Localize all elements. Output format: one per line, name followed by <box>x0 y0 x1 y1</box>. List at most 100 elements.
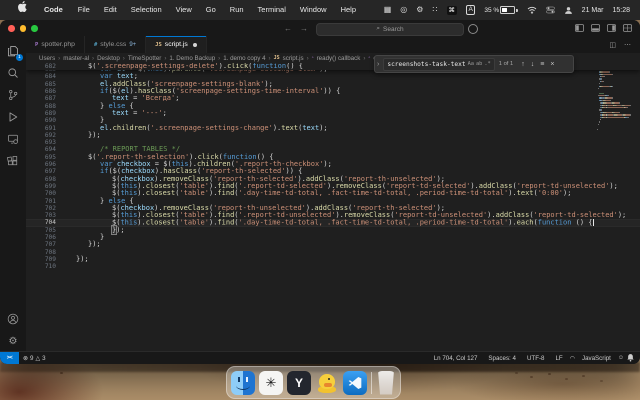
search-icon: ⌕ <box>376 25 381 32</box>
tab-spotter-php[interactable]: Pspotter.php <box>26 36 85 53</box>
breadcrumb-item[interactable]: TimeSpotter <box>128 55 161 62</box>
run-debug-icon[interactable] <box>2 106 24 128</box>
find-in-selection-icon[interactable]: ≡ <box>540 61 544 68</box>
wifi-icon[interactable] <box>527 6 537 14</box>
menubar-date[interactable]: 21 Mar <box>582 7 604 14</box>
language-mode[interactable]: JavaScript <box>578 355 615 362</box>
search-view-icon[interactable] <box>2 62 24 84</box>
command-box-icon[interactable]: ⌘ <box>446 5 457 15</box>
breadcrumb-item[interactable]: master-al <box>63 55 89 62</box>
minimize-window-button[interactable] <box>19 25 26 32</box>
menu-code[interactable]: Code <box>37 0 70 20</box>
text-cursor <box>592 219 594 226</box>
menu-terminal[interactable]: Terminal <box>251 0 293 20</box>
accounts-icon[interactable] <box>2 308 24 330</box>
forward-icon[interactable]: → <box>300 24 308 33</box>
token: = <box>128 108 142 117</box>
command-center-search[interactable]: ⌕ Search <box>316 22 464 36</box>
dock-item-vscode[interactable] <box>343 370 367 395</box>
match-case-icon[interactable]: Aa <box>468 61 474 67</box>
menu-edit[interactable]: Edit <box>97 0 124 20</box>
find-previous-icon[interactable]: ↑ <box>521 61 525 68</box>
menu-run[interactable]: Run <box>223 0 251 20</box>
menu-window[interactable]: Window <box>293 0 334 20</box>
line-number: 689 <box>44 109 56 117</box>
grid-icon[interactable]: ▦ <box>384 0 392 20</box>
settings-gear-icon[interactable]: ⚙ <box>2 330 24 352</box>
code-line-692[interactable]: 692}); <box>26 131 640 139</box>
code-line-706[interactable]: 706} <box>26 233 640 241</box>
problems-indicator[interactable]: ⊗ 9 △ 3 <box>19 355 50 362</box>
dock-item-duck[interactable] <box>315 371 339 395</box>
prettier-icon[interactable]: ◠ <box>570 355 575 362</box>
find-next-icon[interactable]: ↓ <box>531 61 535 68</box>
toggle-secondary-sidebar-icon[interactable] <box>607 24 616 32</box>
breadcrumb-item[interactable]: script.js <box>283 55 304 62</box>
close-window-button[interactable] <box>8 25 15 32</box>
menu-go[interactable]: Go <box>199 0 223 20</box>
code-line-708[interactable]: 708 <box>26 249 640 256</box>
zoom-window-button[interactable] <box>31 25 38 32</box>
menu-selection[interactable]: Selection <box>124 0 169 20</box>
apple-menu[interactable] <box>8 0 36 20</box>
tab-script-js[interactable]: JS script.js <box>146 36 207 53</box>
menu-file[interactable]: File <box>71 0 97 20</box>
menu-help[interactable]: Help <box>334 0 363 20</box>
feedback-icon[interactable]: ☺ <box>618 355 624 361</box>
breadcrumb-item[interactable]: 1. demo copy 4 <box>223 55 265 62</box>
line-content: $(this).closest('table').find('.day-time… <box>76 219 594 226</box>
split-editor-icon[interactable]: ◫ <box>609 41 616 49</box>
dock-item-trash[interactable] <box>378 370 394 395</box>
code-line-709[interactable]: 709}); <box>26 255 640 263</box>
token: closest <box>145 218 176 227</box>
code-line-710[interactable]: 710 <box>26 263 640 270</box>
toggle-replace-icon[interactable]: › <box>377 61 379 68</box>
battery-indicator[interactable]: 35 % <box>484 6 518 14</box>
notifications-bell-icon[interactable] <box>627 354 634 362</box>
whole-word-icon[interactable]: ab <box>476 61 482 67</box>
breadcrumb-item[interactable]: ready() callback <box>317 55 361 62</box>
more-actions-icon[interactable]: ⋯ <box>624 41 631 49</box>
code-editor[interactable]: 682 $('.screenpage-settings-delete').clic… <box>26 63 640 352</box>
code-line-707[interactable]: 707}); <box>26 241 640 249</box>
regex-icon[interactable]: .* <box>484 61 490 67</box>
code-body[interactable]: 683var el = $(this).parents('.screenpage… <box>26 70 640 270</box>
cursor-position[interactable]: Ln 704, Col 127 <box>430 355 482 362</box>
indentation[interactable]: Spaces: 4 <box>484 355 520 362</box>
control-center-icon[interactable] <box>545 6 555 14</box>
toggle-panel-icon[interactable] <box>591 24 600 32</box>
code-line-705[interactable]: 705}); <box>26 224 640 235</box>
code-line-689[interactable]: 689 text = '---'; <box>26 108 640 117</box>
close-icon[interactable]: × <box>550 61 554 68</box>
dock-item-y-browser[interactable]: Y <box>287 370 311 395</box>
breadcrumb-item[interactable]: Desktop <box>97 55 120 62</box>
menubar-time[interactable]: 15:28 <box>612 7 630 14</box>
user-icon[interactable] <box>564 6 573 15</box>
explorer-icon[interactable]: 1 <box>2 40 24 62</box>
input-source-icon[interactable]: A <box>466 5 476 15</box>
gear-icon[interactable]: ⚙ <box>416 0 423 20</box>
back-icon[interactable]: ← <box>284 24 292 33</box>
eol-sequence[interactable]: LF <box>551 355 566 362</box>
find-input[interactable]: screenshots-task-text Aa ab .* <box>383 57 495 71</box>
dock-item-chatgpt[interactable]: ✳ <box>259 370 283 395</box>
customize-layout-icon[interactable] <box>623 24 632 32</box>
breadcrumb-item[interactable]: 1. Demo Backup <box>169 55 215 62</box>
code-line-691[interactable]: 691 el.children('.screenpage-settings-cha… <box>26 124 640 132</box>
menubar-left: Code File Edit Selection View Go Run Terminal W… <box>0 0 363 20</box>
toggle-sidebar-icon[interactable] <box>575 24 584 32</box>
remote-indicator[interactable]: >< <box>0 352 19 364</box>
menu-view[interactable]: View <box>169 0 199 20</box>
tab-label: script.js <box>164 41 188 48</box>
dock-item-finder[interactable] <box>231 370 255 395</box>
dots-icon[interactable]: ∷ <box>432 0 437 20</box>
extensions-icon[interactable] <box>2 150 24 172</box>
breadcrumb-item[interactable]: Users <box>39 55 55 62</box>
siri-icon[interactable]: ◎ <box>400 0 407 20</box>
encoding[interactable]: UTF-8 <box>523 355 549 362</box>
token: find <box>217 189 235 198</box>
source-control-icon[interactable] <box>2 84 24 106</box>
copilot-icon[interactable] <box>468 24 478 34</box>
remote-explorer-icon[interactable] <box>2 128 24 150</box>
tab-style-css[interactable]: # style.css 9+ <box>84 36 147 53</box>
